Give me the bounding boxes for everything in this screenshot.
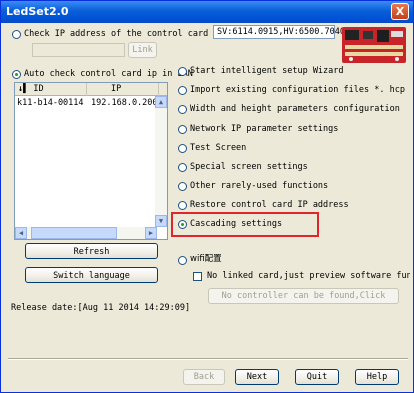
scroll-thumb[interactable]: [31, 227, 117, 239]
option-other-label: Other rarely-used functions: [190, 181, 329, 191]
option-network-ip-label: Network IP parameter settings: [190, 124, 339, 134]
option-width-height-label: Width and height parameters configuratio…: [190, 104, 400, 114]
column-ip[interactable]: IP: [87, 83, 159, 96]
no-linked-card-checkbox[interactable]: [193, 272, 202, 281]
quit-button[interactable]: Quit: [295, 369, 339, 385]
switch-language-button[interactable]: Switch language: [25, 267, 158, 283]
option-radio-other[interactable]: [178, 182, 187, 191]
row-id: k11-b14-00114: [17, 98, 84, 108]
wifi-label: wifi配置: [190, 254, 222, 264]
option-radio-test-screen[interactable]: [178, 144, 187, 153]
list-header: ↓▌ ID IP: [15, 83, 167, 96]
next-button[interactable]: Next: [235, 369, 279, 385]
help-button[interactable]: Help: [355, 369, 399, 385]
option-special-screen-label: Special screen settings: [190, 162, 308, 172]
auto-check-radio[interactable]: [12, 70, 21, 79]
check-ip-radio[interactable]: [12, 30, 21, 39]
ledset-window: LedSet2.0 X Check IP address of the cont…: [0, 0, 414, 393]
close-button[interactable]: X: [391, 3, 409, 20]
back-button[interactable]: Back: [183, 369, 225, 385]
scroll-up-icon[interactable]: ▲: [155, 96, 167, 108]
version-text: SV:6114.0915,HV:6500.7040: [217, 27, 345, 37]
option-radio-cascading[interactable]: [178, 220, 187, 229]
scroll-down-icon[interactable]: ▼: [155, 215, 167, 227]
title-bar[interactable]: LedSet2.0 X: [1, 1, 413, 23]
ip-address-input[interactable]: [32, 43, 125, 57]
option-cascading-label: Cascading settings: [190, 219, 283, 229]
window-title: LedSet2.0: [6, 5, 69, 18]
row-ip: 192.168.0.200: [91, 98, 158, 108]
option-wizard-label: Start intelligent setup Wizard: [190, 66, 344, 76]
card-list[interactable]: ↓▌ ID IP k11-b14-00114 192.168.0.200 61 …: [14, 82, 168, 240]
wifi-radio[interactable]: [178, 256, 187, 265]
option-radio-network-ip[interactable]: [178, 125, 187, 134]
refresh-button[interactable]: Refresh: [25, 243, 158, 259]
option-radio-wizard[interactable]: [178, 67, 187, 76]
option-radio-special-screen[interactable]: [178, 163, 187, 172]
table-row[interactable]: k11-b14-00114 192.168.0.200 61: [15, 97, 167, 109]
sort-down-icon: ↓▌: [18, 84, 29, 94]
option-radio-import[interactable]: [178, 86, 187, 95]
control-card-image: [342, 27, 406, 63]
horizontal-scrollbar[interactable]: ◀ ▶: [15, 227, 157, 239]
version-display: SV:6114.0915,HV:6500.7040: [213, 25, 345, 39]
release-date-text: Release date:[Aug 11 2014 14:29:09]: [11, 303, 191, 313]
column-id-label: ID: [33, 84, 44, 94]
scroll-left-icon[interactable]: ◀: [15, 227, 27, 239]
option-import-label: Import existing configuration files *. h…: [190, 85, 405, 95]
scroll-right-icon[interactable]: ▶: [145, 227, 157, 239]
check-ip-label: Check IP address of the control card: [24, 29, 209, 39]
no-linked-card-label: No linked card,just preview software fun…: [207, 271, 410, 281]
option-test-screen-label: Test Screen: [190, 143, 247, 153]
footer-divider-highlight: [8, 359, 408, 360]
vertical-scrollbar[interactable]: ▲ ▼: [155, 96, 167, 227]
link-button[interactable]: Link: [128, 42, 157, 58]
column-id[interactable]: ↓▌ ID: [15, 83, 87, 96]
option-radio-restore-ip[interactable]: [178, 201, 187, 210]
close-icon: X: [395, 5, 405, 18]
controller-status-button[interactable]: No controller can be found,Click: [208, 288, 399, 304]
auto-check-label: Auto check control card ip in LAN: [24, 69, 193, 79]
option-radio-width-height[interactable]: [178, 105, 187, 114]
option-restore-ip-label: Restore control card IP address: [190, 200, 349, 210]
column-extra[interactable]: [159, 83, 167, 96]
